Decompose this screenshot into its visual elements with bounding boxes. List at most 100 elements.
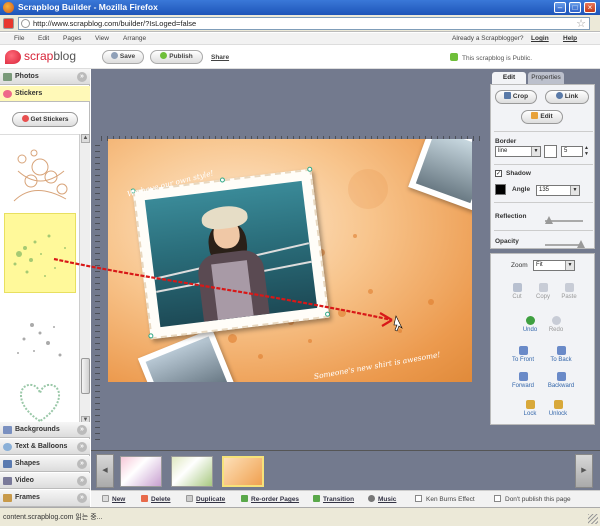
angle-select[interactable]: 135 ▼ (536, 185, 580, 196)
dont-publish-option[interactable]: Don't publish this page (494, 495, 571, 503)
sticker-list[interactable] (0, 134, 79, 426)
page-canvas[interactable]: We have our own style! Someone's new shi… (108, 139, 472, 382)
border-size-stepper[interactable]: 5 (561, 146, 583, 157)
section-backgrounds-label: Backgrounds (15, 426, 60, 433)
border-style-select[interactable]: line ▼ (495, 146, 541, 157)
bookmark-star-icon[interactable]: ☆ (576, 17, 586, 30)
ken-burns-option[interactable]: Ken Burns Effect (415, 495, 475, 503)
shadow-checkbox[interactable]: ✓ (495, 170, 502, 177)
delete-label: Delete (151, 496, 171, 503)
transition-button[interactable]: Transition (313, 495, 354, 503)
section-stickers[interactable]: Stickers (0, 86, 90, 102)
delete-page-button[interactable]: Delete (141, 495, 171, 503)
caption-bottom[interactable]: Someone's new shirt is awesome! (313, 350, 441, 381)
unlock-label: Unlock (548, 411, 568, 417)
minimize-icon[interactable]: – (554, 2, 566, 13)
section-frames[interactable]: Frames » (0, 490, 90, 507)
border-color-swatch[interactable] (544, 145, 557, 158)
shapes-icon (3, 460, 12, 468)
dont-publish-checkbox[interactable] (494, 495, 501, 502)
sticker-scrollbar[interactable]: ▲ ▼ (79, 134, 90, 426)
photo-main-selected[interactable] (130, 166, 331, 340)
tab-properties[interactable]: Properties (528, 72, 564, 84)
help-link[interactable]: Help (563, 35, 577, 42)
music-note-icon (368, 495, 375, 502)
section-video-label: Video (15, 477, 34, 484)
rotate-handle[interactable] (219, 177, 226, 183)
shadow-color-swatch[interactable] (495, 184, 506, 195)
text-balloons-icon (3, 443, 12, 451)
left-panel: Photos » Stickers Get Stickers ▲ ▼ Backg… (0, 69, 90, 490)
chevron-icon: » (77, 459, 87, 469)
page-thumbnail-selected[interactable] (222, 456, 264, 487)
page-thumbnail[interactable] (171, 456, 213, 487)
close-icon[interactable]: × (584, 2, 596, 13)
chevron-icon: » (77, 493, 87, 503)
editing-stage[interactable]: We have our own style! Someone's new shi… (91, 69, 488, 450)
sticker-heart-beads[interactable] (4, 375, 76, 426)
scroll-up-icon[interactable]: ▲ (81, 134, 90, 143)
page-info-icon[interactable] (21, 19, 30, 28)
save-button[interactable]: Save (102, 50, 144, 64)
page-thumbnail[interactable] (120, 456, 162, 487)
ken-burns-checkbox[interactable] (415, 495, 422, 502)
to-front-button[interactable]: To Front (503, 346, 543, 363)
menu-pages[interactable]: Pages (63, 35, 81, 42)
section-backgrounds[interactable]: Backgrounds » (0, 422, 90, 438)
backward-button[interactable]: Backward (541, 372, 581, 389)
to-back-button[interactable]: To Back (541, 346, 581, 363)
music-button[interactable]: Music (368, 495, 396, 503)
delete-icon (141, 495, 148, 502)
duplicate-page-button[interactable]: Duplicate (186, 495, 225, 503)
reflection-label: Reflection (495, 213, 527, 220)
section-text-balloons[interactable]: Text & Balloons » (0, 439, 90, 455)
login-link[interactable]: Login (531, 35, 549, 42)
resize-handle[interactable] (148, 333, 154, 339)
unlock-button[interactable]: Unlock (538, 400, 578, 417)
redo-button[interactable]: Redo (536, 316, 576, 333)
photo-top-right[interactable] (408, 139, 472, 211)
resize-grip-icon[interactable] (588, 514, 598, 524)
edit-image-button[interactable]: Edit (521, 110, 563, 124)
undo-icon (525, 316, 535, 325)
get-stickers-button[interactable]: Get Stickers (12, 112, 78, 127)
tab-edit[interactable]: Edit (492, 72, 526, 84)
section-shapes[interactable]: Shapes » (0, 456, 90, 472)
link-button[interactable]: Link (545, 90, 589, 104)
resize-handle[interactable] (306, 166, 313, 173)
address-field[interactable]: http://www.scrapblog.com/builder/?IsLoge… (18, 17, 590, 30)
menu-view[interactable]: View (95, 35, 109, 42)
maximize-icon[interactable]: □ (569, 2, 581, 13)
resize-handle[interactable] (324, 311, 331, 317)
share-link[interactable]: Share (211, 54, 229, 61)
slider-knob-icon[interactable] (577, 240, 585, 248)
video-icon (3, 477, 12, 485)
slider-knob-icon[interactable] (545, 216, 553, 224)
scroll-thumb[interactable] (81, 358, 90, 394)
filmstrip-next-icon[interactable]: ▶ (575, 454, 593, 488)
site-favicon-icon (3, 18, 14, 29)
new-page-button[interactable]: New (102, 495, 125, 503)
lock-icon (525, 400, 535, 409)
sticker-grey-splatter[interactable] (4, 305, 76, 369)
filmstrip-prev-icon[interactable]: ◀ (96, 454, 114, 488)
sticker-floral-corner[interactable] (4, 141, 76, 209)
menu-file[interactable]: File (14, 35, 24, 42)
opacity-slider[interactable] (545, 240, 585, 248)
publish-button[interactable]: Publish (150, 50, 203, 64)
sticker-green-splatter[interactable] (4, 213, 76, 293)
forward-button[interactable]: Forward (503, 372, 543, 389)
section-video[interactable]: Video » (0, 473, 90, 489)
menu-edit[interactable]: Edit (38, 35, 49, 42)
crop-label: Crop (512, 93, 529, 100)
green-splatter-sticker-image (13, 234, 66, 277)
zoom-select[interactable]: Fit ▼ (533, 260, 575, 271)
paste-button[interactable]: Paste (549, 283, 589, 300)
crop-button[interactable]: Crop (495, 90, 537, 104)
reorder-pages-button[interactable]: Re-order Pages (241, 495, 299, 503)
link-icon (555, 92, 563, 99)
reflection-slider[interactable] (545, 216, 583, 224)
section-photos[interactable]: Photos » (0, 69, 90, 85)
stepper-arrows-icon[interactable]: ▲ ▼ (584, 145, 589, 157)
menu-arrange[interactable]: Arrange (123, 35, 146, 42)
